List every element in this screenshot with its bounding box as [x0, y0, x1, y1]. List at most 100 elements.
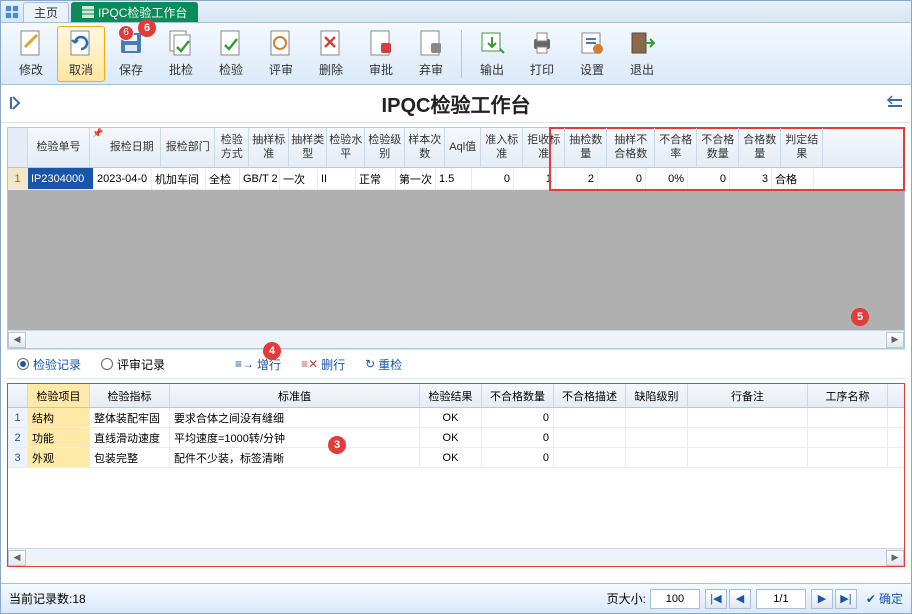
col-grade[interactable]: 检验级别 — [365, 128, 405, 167]
scroll-track[interactable] — [26, 332, 886, 348]
cancel-button[interactable]: 取消 — [57, 26, 105, 82]
col-rej[interactable]: 拒收标准 — [523, 128, 565, 167]
delete-button[interactable]: 删除 — [307, 26, 355, 82]
print-button[interactable]: 打印 — [518, 26, 566, 82]
collapse-button[interactable] — [885, 93, 905, 113]
discard-button[interactable]: 弃审 — [407, 26, 455, 82]
col-date[interactable]: 报检日期 — [103, 128, 161, 167]
approve-button[interactable]: 审批 — [357, 26, 405, 82]
col-qty[interactable]: 抽检数量 — [565, 128, 607, 167]
detail-rowsel-header[interactable] — [8, 384, 28, 407]
grid-row[interactable]: 1 IP2304000 2023-04-0 机加车间 全检 GB/T 2 一次 … — [8, 168, 904, 190]
settings-icon — [578, 29, 606, 57]
delete-icon — [317, 29, 345, 57]
recheck-icon: ↻ — [365, 357, 375, 371]
next-page-button[interactable]: ▶ — [811, 589, 833, 609]
scroll-right-button[interactable]: ▶ — [886, 550, 904, 566]
exit-icon — [628, 29, 656, 57]
title-bar: IPQC检验工作台 — [1, 85, 911, 123]
tab-home-label: 主页 — [34, 4, 58, 21]
page-indicator[interactable]: 1/1 — [756, 589, 806, 609]
col-std[interactable]: 抽样标准 — [249, 128, 289, 167]
scroll-right-button[interactable]: ▶ — [886, 332, 904, 348]
row-number: 2 — [8, 428, 28, 447]
annotation-3: 3 — [328, 436, 346, 454]
row-selector-header[interactable] — [8, 128, 28, 167]
radio-dot-on-icon — [17, 358, 29, 370]
col-acc[interactable]: 准入标准 — [481, 128, 523, 167]
ok-button[interactable]: ✔确定 — [866, 590, 903, 607]
horizontal-scrollbar[interactable]: ◀ ▶ — [8, 330, 904, 348]
prev-page-button[interactable]: ◀ — [729, 589, 751, 609]
annotation-4: 4 — [263, 342, 281, 360]
annotation-6: 6 — [138, 19, 156, 37]
scroll-left-button[interactable]: ◀ — [8, 332, 26, 348]
recheck-button[interactable]: ↻重检 — [365, 356, 402, 373]
save-button[interactable]: 保存 6 6 — [107, 26, 155, 82]
record-count-value: 18 — [72, 592, 85, 606]
col-docno[interactable]: 检验单号 — [28, 128, 90, 167]
inspect-button[interactable]: 检验 — [207, 26, 255, 82]
app-icon — [5, 5, 19, 19]
tab-bar: 主页 IPQC检验工作台 — [1, 1, 911, 23]
col-type[interactable]: 抽样类型 — [289, 128, 327, 167]
page-title: IPQC检验工作台 — [382, 89, 531, 118]
check-icon: ✔ — [866, 592, 876, 606]
first-page-button[interactable]: |◀ — [705, 589, 727, 609]
detail-row[interactable]: 3 外观 包装完整 配件不少装，标签清晰 OK 0 — [8, 448, 904, 468]
col-sample[interactable]: 样本次数 — [405, 128, 445, 167]
radio-dot-off-icon — [101, 358, 113, 370]
col-nnum[interactable]: 不合格数量 — [697, 128, 739, 167]
modify-button[interactable]: 修改 — [7, 26, 55, 82]
export-icon — [478, 29, 506, 57]
col-rate[interactable]: 不合格率 — [655, 128, 697, 167]
row-number: 3 — [8, 448, 28, 467]
batch-button[interactable]: 批检 — [157, 26, 205, 82]
inspect-icon — [217, 29, 245, 57]
radio-review-records[interactable]: 评审记录 — [101, 356, 165, 373]
del-row-icon: ≡✕ — [301, 357, 318, 371]
status-bar: 当前记录数: 18 页大小: 100 |◀ ◀ 1/1 ▶ ▶| ✔确定 — [1, 583, 911, 613]
radio-inspect-records[interactable]: 检验记录 — [17, 356, 81, 373]
main-grid: 检验单号📌 报检日期 报检部门 检验方式 抽样标准 抽样类型 检验水平 检验级别… — [7, 127, 905, 349]
col-oknum[interactable]: 合格数量 — [739, 128, 781, 167]
col-nqty[interactable]: 抽样不合格数 — [607, 128, 655, 167]
detail-row[interactable]: 2 功能 直线滑动速度 平均速度=1000转/分钟 OK 0 — [8, 428, 904, 448]
discard-icon — [417, 29, 445, 57]
col-dept[interactable]: 报检部门 — [161, 128, 215, 167]
scroll-track[interactable] — [26, 550, 886, 566]
print-icon — [528, 29, 556, 57]
detail-toolbar: 检验记录 评审记录 ≡→增行 ≡✕删行 ↻重检 4 — [7, 349, 905, 379]
last-page-button[interactable]: ▶| — [835, 589, 857, 609]
del-row-button[interactable]: ≡✕删行 — [301, 356, 345, 373]
detail-grid: 检验项目 检验指标 标准值 检验结果 不合格数量 不合格描述 缺陷级别 行备注 … — [7, 383, 905, 567]
annotation-5: 5 — [851, 308, 869, 326]
pagesize-input[interactable]: 100 — [650, 589, 700, 609]
tab-ipqc[interactable]: IPQC检验工作台 — [71, 2, 198, 22]
grid-empty-area — [8, 190, 904, 330]
detail-row[interactable]: 1 结构 整体装配牢固 要求合体之间没有缝细 OK 0 — [8, 408, 904, 428]
pin-icon: 📌 — [92, 128, 103, 167]
main-toolbar: 修改 取消 保存 6 6 批检 检验 评审 删除 审批 弃审 输出 打印 设置 … — [1, 23, 911, 85]
col-level[interactable]: 检验水平 — [327, 128, 365, 167]
tab-home[interactable]: 主页 — [23, 2, 69, 22]
save-badge: 6 — [118, 25, 134, 41]
col-aql[interactable]: Aql值 — [445, 128, 481, 167]
modify-icon — [17, 29, 45, 57]
batch-icon — [167, 29, 195, 57]
detail-scrollbar[interactable]: ◀ ▶ — [8, 548, 904, 566]
toolbar-separator — [461, 30, 462, 78]
review-button[interactable]: 评审 — [257, 26, 305, 82]
export-button[interactable]: 输出 — [468, 26, 516, 82]
exit-button[interactable]: 退出 — [618, 26, 666, 82]
add-row-icon: ≡→ — [235, 357, 254, 371]
review-icon — [267, 29, 295, 57]
settings-button[interactable]: 设置 — [568, 26, 616, 82]
pagesize-label: 页大小: — [607, 590, 646, 607]
cancel-icon — [67, 29, 95, 57]
expand-button[interactable] — [7, 93, 27, 113]
col-result[interactable]: 判定结果 — [781, 128, 823, 167]
col-mode[interactable]: 检验方式 — [215, 128, 249, 167]
scroll-left-button[interactable]: ◀ — [8, 550, 26, 566]
row-number: 1 — [8, 408, 28, 427]
